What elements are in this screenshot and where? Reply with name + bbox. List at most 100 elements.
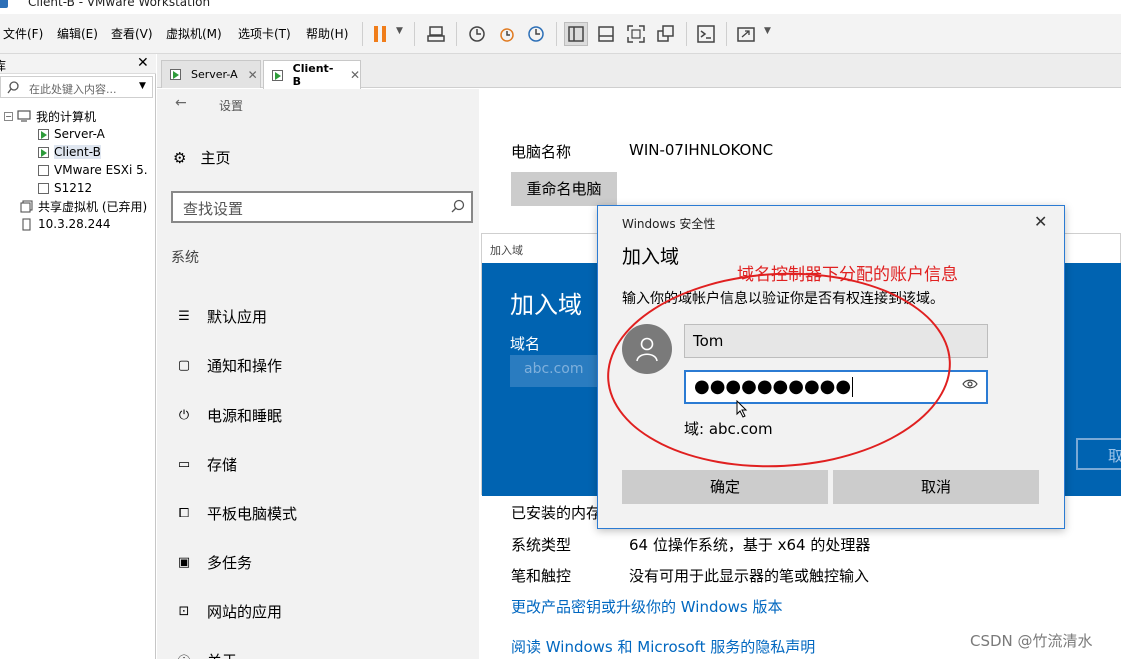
chevron-down-icon[interactable]: ▼ [139, 81, 146, 91]
pause-icon[interactable] [368, 22, 392, 46]
collapse-icon[interactable]: − [4, 111, 13, 121]
ram-label: 已安装的内存 [511, 504, 602, 522]
nav-item-default-apps[interactable]: ☰ 默认应用 [175, 306, 267, 327]
privacy-statement-link[interactable]: 阅读 Windows 和 Microsoft 服务的隐私声明 [511, 636, 815, 657]
thumbnail-bar-icon[interactable] [594, 22, 618, 46]
tree-remote-host[interactable]: 10.3.28.244 [20, 216, 111, 232]
tree-my-computer[interactable]: − 我的计算机 [4, 108, 96, 124]
menu-toolbar: 文件(F) 编辑(E) 查看(V) 虚拟机(M) 选项卡(T) 帮助(H) ▼ … [0, 14, 1121, 54]
multitask-icon: ▣ [177, 555, 191, 570]
menu-view[interactable]: 查看(V) [111, 25, 153, 42]
domain-name-input[interactable]: abc.com [510, 355, 610, 387]
nav-item-storage[interactable]: ▭ 存储 [175, 454, 237, 475]
computer-icon [17, 110, 31, 122]
windows-security-dialog: Windows 安全性 ✕ 加入域 输入你的域帐户信息以验证你是否有权连接到该域… [597, 205, 1065, 529]
vm-running-icon [272, 69, 283, 81]
security-dialog-heading: 加入域 [622, 246, 680, 268]
library-search-placeholder: 在此处键入内容... [29, 83, 117, 96]
toolbar-separator [686, 22, 687, 46]
vm-running-icon [170, 69, 181, 80]
library-header: 库 ✕ [0, 54, 156, 74]
settings-search-placeholder: 查找设置 [183, 200, 244, 218]
stretch-guest-icon[interactable] [734, 22, 758, 46]
menu-edit[interactable]: 编辑(E) [57, 25, 98, 42]
nav-home[interactable]: ⚙ 主页 [173, 147, 230, 168]
revert-snapshot-icon[interactable] [495, 22, 519, 46]
security-dialog-title: Windows 安全性 [622, 217, 716, 231]
settings-title: 设置 [219, 99, 244, 113]
join-domain-window-title: 加入域 [490, 244, 523, 257]
info-icon: ⓘ [175, 651, 193, 659]
menu-help[interactable]: 帮助(H) [306, 25, 348, 42]
join-domain-cancel-button[interactable]: 取 [1076, 438, 1121, 470]
close-icon[interactable]: ✕ [350, 68, 360, 82]
mouse-cursor-icon [736, 400, 748, 418]
vmware-app-icon [0, 0, 8, 8]
pen-touch-label: 笔和触控 [511, 567, 572, 585]
list-icon: ☰ [178, 309, 190, 324]
system-type-label: 系统类型 [511, 536, 572, 554]
ok-button[interactable]: 确定 [622, 470, 828, 504]
snapshot-icon[interactable] [465, 22, 489, 46]
security-dialog-description: 输入你的域帐户信息以验证你是否有权连接到该域。 [622, 291, 944, 307]
join-domain-heading: 加入域 [510, 291, 582, 319]
text-caret [852, 377, 854, 397]
back-arrow-icon[interactable]: ← [175, 95, 187, 111]
menu-vm[interactable]: 虚拟机(M) [166, 25, 222, 42]
vm-tab-strip: Server-A ✕ Client-B ✕ [157, 54, 1121, 89]
menu-tabs[interactable]: 选项卡(T) [238, 25, 291, 42]
nav-item-notifications[interactable]: ▢ 通知和操作 [175, 355, 282, 376]
window-title: Client-B - VMware Workstation [28, 0, 211, 9]
close-icon[interactable]: ✕ [1034, 212, 1047, 231]
tree-vm-esxi[interactable]: VMware ESXi 5. [38, 162, 148, 178]
tree-vm-client-b[interactable]: Client-B [38, 144, 101, 160]
pause-dropdown-icon[interactable]: ▼ [396, 26, 403, 36]
vm-icon [38, 182, 49, 194]
nav-item-apps-for-websites[interactable]: ⊡ 网站的应用 [175, 601, 282, 622]
toolbar-separator [414, 22, 415, 46]
reveal-password-icon[interactable] [962, 378, 978, 394]
toolbar-separator [456, 22, 457, 46]
storage-icon: ▭ [177, 457, 191, 472]
password-field[interactable]: ●●●●●●●●●● [684, 370, 988, 404]
unity-icon[interactable] [654, 22, 678, 46]
tree-shared-vms[interactable]: 共享虚拟机 (已弃用) [20, 198, 147, 214]
toolbar-separator [362, 22, 363, 46]
power-icon: ⏻ [178, 408, 190, 423]
pen-touch-value: 没有可用于此显示器的笔或触控输入 [629, 567, 870, 585]
tab-client-b[interactable]: Client-B ✕ [263, 60, 361, 89]
snapshot-manager-icon[interactable] [524, 22, 548, 46]
tab-server-a[interactable]: Server-A ✕ [161, 60, 261, 88]
domain-name-label: 域名 [510, 335, 541, 353]
guest-screen[interactable]: ← 设置 ⚙ 主页 查找设置 系统 ☰ 默认应用 ▢ 通知和操作 ⏻ 电源和睡眠 ▭ 存… [157, 89, 1121, 659]
menu-file[interactable]: 文件(F) [3, 25, 43, 42]
stretch-dropdown-icon[interactable]: ▼ [764, 26, 771, 36]
settings-search-input[interactable]: 查找设置 [171, 191, 473, 223]
shared-vm-icon [20, 199, 33, 213]
library-title: 库 [0, 59, 7, 73]
console-view-icon[interactable] [694, 22, 718, 46]
domain-info: 域: abc.com [684, 420, 773, 438]
close-icon[interactable]: ✕ [137, 55, 149, 71]
tree-vm-server-a[interactable]: Server-A [38, 126, 105, 142]
vm-running-icon [38, 146, 49, 158]
cancel-button[interactable]: 取消 [833, 470, 1039, 504]
nav-item-power-sleep[interactable]: ⏻ 电源和睡眠 [175, 405, 282, 426]
close-icon[interactable]: ✕ [248, 68, 258, 82]
library-search-input[interactable]: 在此处键入内容... ▼ [0, 76, 153, 98]
nav-item-tablet-mode[interactable]: ⧠ 平板电脑模式 [175, 503, 297, 524]
window-titlebar: Client-B - VMware Workstation [0, 0, 1121, 14]
username-field[interactable]: Tom [684, 324, 988, 358]
toolbar-separator [726, 22, 727, 46]
upgrade-windows-link[interactable]: 更改产品密钥或升级你的 Windows 版本 [511, 596, 783, 617]
nav-item-about[interactable]: ⓘ关于 [175, 650, 237, 659]
system-type-value: 64 位操作系统，基于 x64 的处理器 [629, 536, 871, 554]
full-screen-icon[interactable] [624, 22, 648, 46]
show-library-icon[interactable] [564, 22, 588, 46]
tree-vm-s1212[interactable]: S1212 [38, 180, 92, 196]
nav-item-multitasking[interactable]: ▣ 多任务 [175, 552, 252, 573]
send-ctrl-alt-del-icon[interactable] [424, 22, 448, 46]
search-icon [7, 81, 19, 94]
csdn-watermark: CSDN @竹流清水 [970, 632, 1093, 650]
rename-pc-button[interactable]: 重命名电脑 [511, 172, 617, 206]
